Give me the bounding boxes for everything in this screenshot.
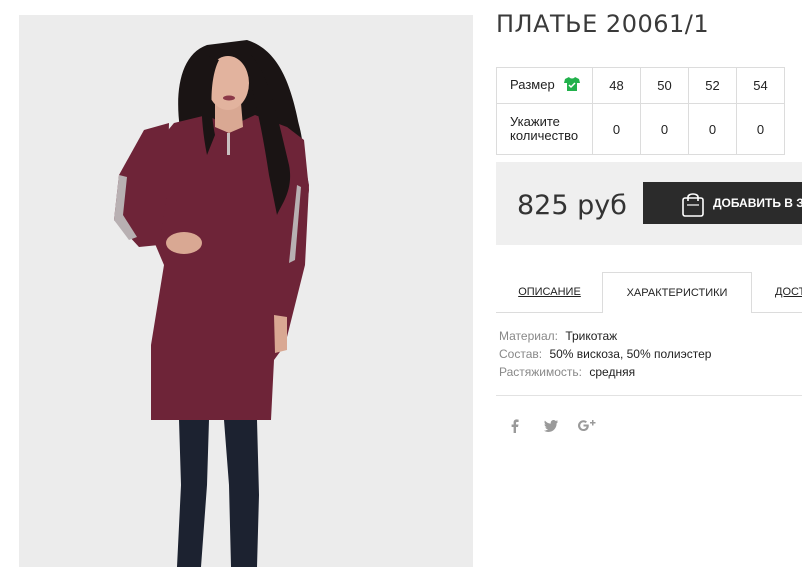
size-quantity-table: Размер 48 50 52 54 Укажите количество 0 …	[496, 67, 785, 155]
tshirt-icon[interactable]	[564, 77, 581, 94]
size-52[interactable]: 52	[688, 67, 737, 104]
product-title: ПЛАТЬЕ 20061/1	[496, 10, 710, 38]
characteristic-row: Растяжимость: средняя	[499, 363, 711, 381]
size-label: Размер	[510, 76, 555, 92]
social-share	[510, 417, 612, 435]
size-label-cell: Размер	[496, 67, 593, 104]
quantity-row: Укажите количество 0 0 0 0	[496, 103, 785, 155]
material-key: Материал:	[499, 329, 558, 343]
characteristic-row: Материал: Трикотаж	[499, 327, 711, 345]
quantity-input-50[interactable]: 0	[640, 103, 689, 155]
tab-characteristics[interactable]: ХАРАКТЕРИСТИКИ	[602, 272, 752, 313]
product-photo[interactable]	[19, 15, 473, 567]
stretch-key: Растяжимость:	[499, 365, 583, 379]
composition-key: Состав:	[499, 347, 543, 361]
stretch-value: средняя	[589, 365, 636, 379]
twitter-icon[interactable]	[544, 417, 578, 435]
size-54[interactable]: 54	[736, 67, 785, 104]
divider	[496, 395, 802, 396]
size-48[interactable]: 48	[592, 67, 641, 104]
tab-description[interactable]: ОПИСАНИЕ	[496, 272, 603, 312]
quantity-label: Укажите количество	[496, 103, 593, 155]
characteristics-list: Материал: Трикотаж Состав: 50% вискоза, …	[499, 327, 711, 381]
tab-delivery-label: ДОСТАВКА	[775, 286, 802, 298]
facebook-icon[interactable]	[510, 417, 544, 435]
quantity-input-52[interactable]: 0	[688, 103, 737, 155]
product-tabs: ОПИСАНИЕ ХАРАКТЕРИСТИКИ ДОСТАВКА	[496, 272, 802, 313]
price: 825 руб	[517, 190, 627, 221]
model-illustration	[19, 15, 473, 567]
tab-delivery[interactable]: ДОСТАВКА	[775, 272, 802, 312]
material-value: Трикотаж	[565, 329, 618, 343]
google-plus-icon[interactable]	[578, 417, 612, 435]
quantity-input-54[interactable]: 0	[736, 103, 785, 155]
tab-characteristics-label: ХАРАКТЕРИСТИКИ	[626, 287, 728, 299]
size-row: Размер 48 50 52 54	[496, 67, 785, 104]
add-to-cart-label: ДОБАВИТЬ В ЗАКАЗ	[713, 196, 802, 210]
composition-value: 50% вискоза, 50% полиэстер	[549, 347, 712, 361]
add-to-cart-button[interactable]: ДОБАВИТЬ В ЗАКАЗ	[643, 182, 802, 224]
quantity-input-48[interactable]: 0	[592, 103, 641, 155]
characteristic-row: Состав: 50% вискоза, 50% полиэстер	[499, 345, 711, 363]
tab-description-label: ОПИСАНИЕ	[518, 286, 581, 298]
purchase-panel: 825 руб ДОБАВИТЬ В ЗАКАЗ	[496, 162, 802, 245]
size-50[interactable]: 50	[640, 67, 689, 104]
shopping-bag-icon	[681, 191, 705, 220]
